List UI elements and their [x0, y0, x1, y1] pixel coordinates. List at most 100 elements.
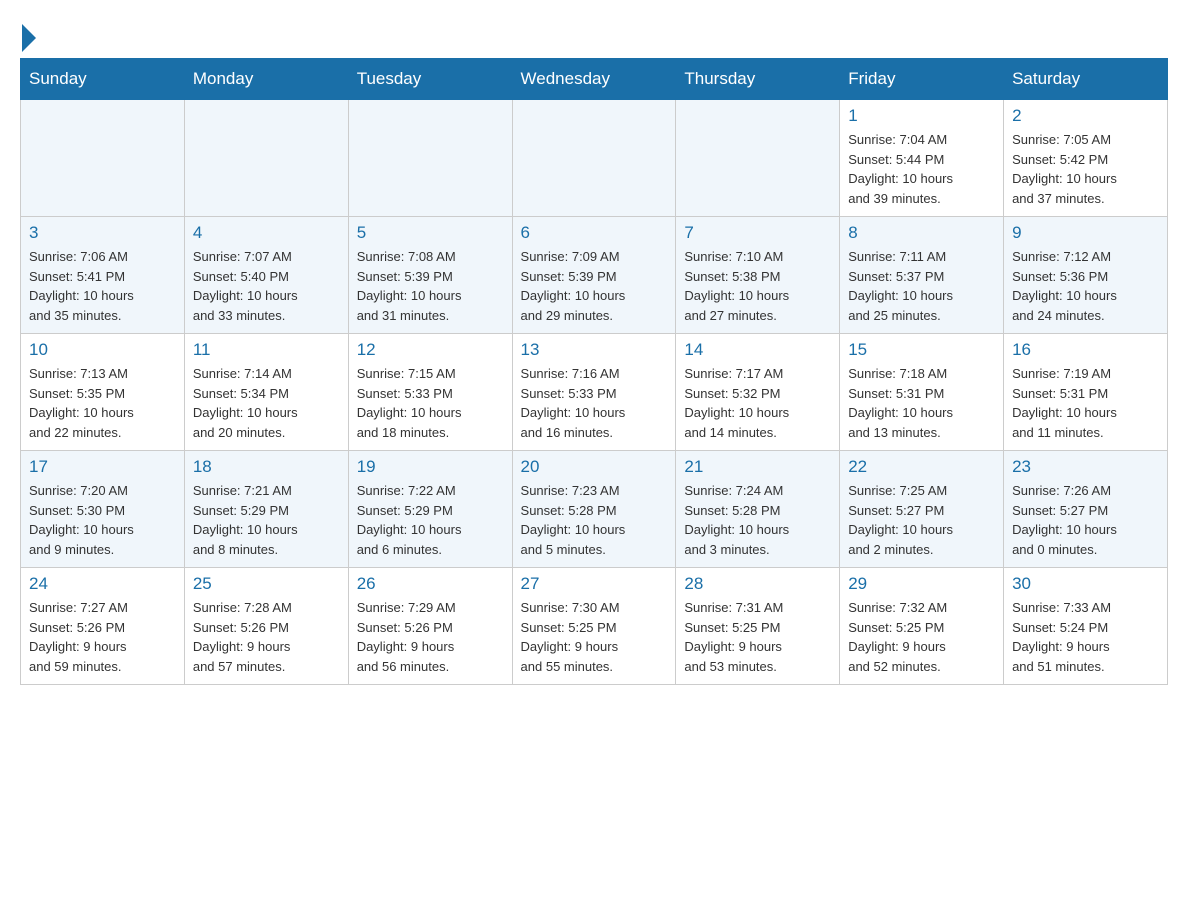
day-number: 11 — [193, 340, 340, 360]
weekday-header-monday: Monday — [184, 59, 348, 100]
calendar-week-3: 10Sunrise: 7:13 AMSunset: 5:35 PMDayligh… — [21, 334, 1168, 451]
day-number: 12 — [357, 340, 504, 360]
day-number: 14 — [684, 340, 831, 360]
day-info: Sunrise: 7:18 AMSunset: 5:31 PMDaylight:… — [848, 364, 995, 442]
weekday-header-saturday: Saturday — [1004, 59, 1168, 100]
day-number: 23 — [1012, 457, 1159, 477]
day-number: 29 — [848, 574, 995, 594]
day-info: Sunrise: 7:21 AMSunset: 5:29 PMDaylight:… — [193, 481, 340, 559]
day-info: Sunrise: 7:28 AMSunset: 5:26 PMDaylight:… — [193, 598, 340, 676]
calendar-cell: 9Sunrise: 7:12 AMSunset: 5:36 PMDaylight… — [1004, 217, 1168, 334]
day-info: Sunrise: 7:05 AMSunset: 5:42 PMDaylight:… — [1012, 130, 1159, 208]
logo — [20, 20, 36, 48]
calendar-cell: 30 Sunrise: 7:33 AMSunset: 5:24 PMDayligh… — [1004, 568, 1168, 685]
calendar-cell: 22 Sunrise: 7:25 AMSunset: 5:27 PMDayligh… — [840, 451, 1004, 568]
weekday-header-thursday: Thursday — [676, 59, 840, 100]
calendar-cell: 16Sunrise: 7:19 AMSunset: 5:31 PMDayligh… — [1004, 334, 1168, 451]
calendar-cell: 1 Sunrise: 7:04 AMSunset: 5:44 PMDaylight… — [840, 100, 1004, 217]
calendar-cell — [512, 100, 676, 217]
calendar-cell: 3Sunrise: 7:06 AMSunset: 5:41 PMDaylight… — [21, 217, 185, 334]
calendar-cell: 6 Sunrise: 7:09 AMSunset: 5:39 PMDaylight… — [512, 217, 676, 334]
day-info: Sunrise: 7:09 AMSunset: 5:39 PMDaylight:… — [521, 247, 668, 325]
day-number: 4 — [193, 223, 340, 243]
calendar-cell — [184, 100, 348, 217]
day-info: Sunrise: 7:26 AMSunset: 5:27 PMDaylight:… — [1012, 481, 1159, 559]
calendar-cell: 5 Sunrise: 7:08 AMSunset: 5:39 PMDaylight… — [348, 217, 512, 334]
day-info: Sunrise: 7:13 AMSunset: 5:35 PMDaylight:… — [29, 364, 176, 442]
weekday-header-row: SundayMondayTuesdayWednesdayThursdayFrid… — [21, 59, 1168, 100]
weekday-header-tuesday: Tuesday — [348, 59, 512, 100]
day-info: Sunrise: 7:24 AMSunset: 5:28 PMDaylight:… — [684, 481, 831, 559]
day-number: 27 — [521, 574, 668, 594]
calendar-cell — [348, 100, 512, 217]
calendar-cell — [676, 100, 840, 217]
day-number: 1 — [848, 106, 995, 126]
day-info: Sunrise: 7:32 AMSunset: 5:25 PMDaylight:… — [848, 598, 995, 676]
day-number: 5 — [357, 223, 504, 243]
day-number: 21 — [684, 457, 831, 477]
calendar-cell: 12 Sunrise: 7:15 AMSunset: 5:33 PMDayligh… — [348, 334, 512, 451]
calendar-week-4: 17Sunrise: 7:20 AMSunset: 5:30 PMDayligh… — [21, 451, 1168, 568]
calendar-cell: 18 Sunrise: 7:21 AMSunset: 5:29 PMDayligh… — [184, 451, 348, 568]
calendar-cell: 2 Sunrise: 7:05 AMSunset: 5:42 PMDaylight… — [1004, 100, 1168, 217]
calendar-cell: 11 Sunrise: 7:14 AMSunset: 5:34 PMDayligh… — [184, 334, 348, 451]
calendar-cell: 19Sunrise: 7:22 AMSunset: 5:29 PMDayligh… — [348, 451, 512, 568]
day-number: 13 — [521, 340, 668, 360]
calendar-cell: 27 Sunrise: 7:30 AMSunset: 5:25 PMDayligh… — [512, 568, 676, 685]
page-header — [20, 20, 1168, 48]
calendar-cell: 13 Sunrise: 7:16 AMSunset: 5:33 PMDayligh… — [512, 334, 676, 451]
calendar-cell — [21, 100, 185, 217]
weekday-header-friday: Friday — [840, 59, 1004, 100]
weekday-header-sunday: Sunday — [21, 59, 185, 100]
day-info: Sunrise: 7:23 AMSunset: 5:28 PMDaylight:… — [521, 481, 668, 559]
day-number: 6 — [521, 223, 668, 243]
logo-arrow-icon — [22, 24, 36, 52]
day-info: Sunrise: 7:16 AMSunset: 5:33 PMDaylight:… — [521, 364, 668, 442]
calendar-cell: 21 Sunrise: 7:24 AMSunset: 5:28 PMDayligh… — [676, 451, 840, 568]
day-info: Sunrise: 7:33 AMSunset: 5:24 PMDaylight:… — [1012, 598, 1159, 676]
calendar-cell: 20 Sunrise: 7:23 AMSunset: 5:28 PMDayligh… — [512, 451, 676, 568]
day-number: 22 — [848, 457, 995, 477]
day-info: Sunrise: 7:08 AMSunset: 5:39 PMDaylight:… — [357, 247, 504, 325]
day-number: 8 — [848, 223, 995, 243]
day-info: Sunrise: 7:17 AMSunset: 5:32 PMDaylight:… — [684, 364, 831, 442]
day-number: 19 — [357, 457, 504, 477]
calendar-cell: 14 Sunrise: 7:17 AMSunset: 5:32 PMDayligh… — [676, 334, 840, 451]
calendar-cell: 28 Sunrise: 7:31 AMSunset: 5:25 PMDayligh… — [676, 568, 840, 685]
day-info: Sunrise: 7:25 AMSunset: 5:27 PMDaylight:… — [848, 481, 995, 559]
day-info: Sunrise: 7:31 AMSunset: 5:25 PMDaylight:… — [684, 598, 831, 676]
calendar-table: SundayMondayTuesdayWednesdayThursdayFrid… — [20, 58, 1168, 685]
calendar-header: SundayMondayTuesdayWednesdayThursdayFrid… — [21, 59, 1168, 100]
calendar-cell: 17Sunrise: 7:20 AMSunset: 5:30 PMDayligh… — [21, 451, 185, 568]
day-info: Sunrise: 7:11 AMSunset: 5:37 PMDaylight:… — [848, 247, 995, 325]
day-number: 17 — [29, 457, 176, 477]
calendar-cell: 10Sunrise: 7:13 AMSunset: 5:35 PMDayligh… — [21, 334, 185, 451]
calendar-week-5: 24Sunrise: 7:27 AMSunset: 5:26 PMDayligh… — [21, 568, 1168, 685]
day-number: 28 — [684, 574, 831, 594]
day-number: 2 — [1012, 106, 1159, 126]
day-info: Sunrise: 7:06 AMSunset: 5:41 PMDaylight:… — [29, 247, 176, 325]
calendar-cell: 24Sunrise: 7:27 AMSunset: 5:26 PMDayligh… — [21, 568, 185, 685]
calendar-cell: 15Sunrise: 7:18 AMSunset: 5:31 PMDayligh… — [840, 334, 1004, 451]
day-info: Sunrise: 7:30 AMSunset: 5:25 PMDaylight:… — [521, 598, 668, 676]
day-info: Sunrise: 7:10 AMSunset: 5:38 PMDaylight:… — [684, 247, 831, 325]
calendar-cell: 25 Sunrise: 7:28 AMSunset: 5:26 PMDayligh… — [184, 568, 348, 685]
day-info: Sunrise: 7:14 AMSunset: 5:34 PMDaylight:… — [193, 364, 340, 442]
day-number: 18 — [193, 457, 340, 477]
calendar-week-2: 3Sunrise: 7:06 AMSunset: 5:41 PMDaylight… — [21, 217, 1168, 334]
day-number: 16 — [1012, 340, 1159, 360]
day-number: 26 — [357, 574, 504, 594]
day-number: 24 — [29, 574, 176, 594]
day-info: Sunrise: 7:07 AMSunset: 5:40 PMDaylight:… — [193, 247, 340, 325]
day-info: Sunrise: 7:15 AMSunset: 5:33 PMDaylight:… — [357, 364, 504, 442]
calendar-cell: 23 Sunrise: 7:26 AMSunset: 5:27 PMDayligh… — [1004, 451, 1168, 568]
day-number: 9 — [1012, 223, 1159, 243]
day-number: 7 — [684, 223, 831, 243]
day-info: Sunrise: 7:04 AMSunset: 5:44 PMDaylight:… — [848, 130, 995, 208]
calendar-body: 1 Sunrise: 7:04 AMSunset: 5:44 PMDaylight… — [21, 100, 1168, 685]
calendar-cell: 29 Sunrise: 7:32 AMSunset: 5:25 PMDayligh… — [840, 568, 1004, 685]
calendar-cell: 4 Sunrise: 7:07 AMSunset: 5:40 PMDaylight… — [184, 217, 348, 334]
day-number: 30 — [1012, 574, 1159, 594]
day-number: 25 — [193, 574, 340, 594]
day-number: 20 — [521, 457, 668, 477]
